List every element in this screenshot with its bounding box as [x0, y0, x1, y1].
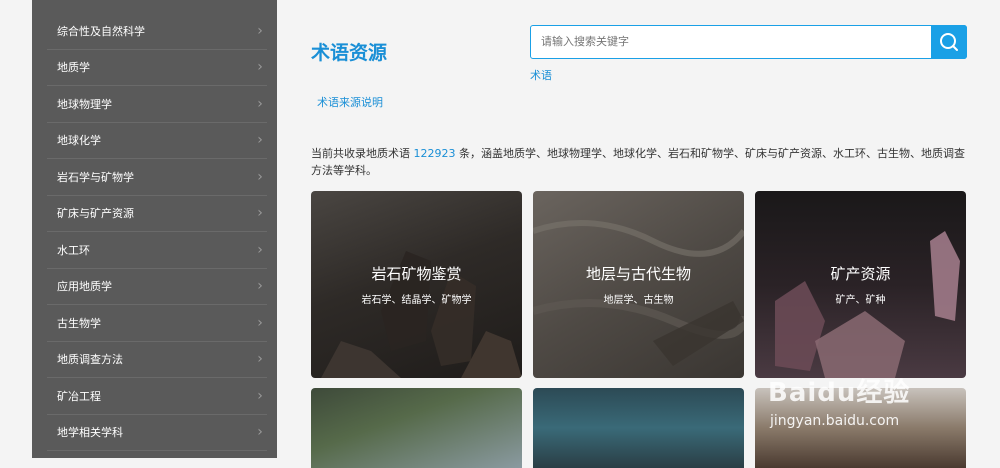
- term-source-link[interactable]: 术语来源说明: [317, 94, 383, 110]
- card-row2-1[interactable]: [311, 388, 522, 468]
- chevron-right-icon: ›: [257, 169, 263, 185]
- sidebar-item-hydro-engineering-env[interactable]: 水工环 ›: [47, 232, 267, 269]
- page-title: 术语资源: [311, 42, 388, 64]
- sidebar-item-geochemistry[interactable]: 地球化学 ›: [47, 122, 267, 159]
- sidebar-item-petrology-mineralogy[interactable]: 岩石学与矿物学 ›: [47, 159, 267, 196]
- sidebar-item-related-disciplines[interactable]: 地学相关学科 ›: [47, 414, 267, 451]
- search-input[interactable]: [531, 26, 951, 57]
- chevron-right-icon: ›: [257, 388, 263, 404]
- watermark-url: jingyan.baidu.com: [770, 413, 900, 429]
- search-category-tag[interactable]: 术语: [530, 67, 552, 83]
- search-button[interactable]: [931, 24, 967, 59]
- sidebar-item-geophysics[interactable]: 地球物理学 ›: [47, 86, 267, 123]
- chevron-right-icon: ›: [257, 59, 263, 75]
- sidebar: 综合性及自然科学 › 地质学 › 地球物理学 › 地球化学 › 岩石学与矿物学 › 矿床与…: [32, 0, 277, 458]
- card-image: [533, 220, 744, 366]
- sidebar-item-label: 地球物理学: [57, 98, 112, 111]
- card-subtitle: 地层学、古生物: [603, 295, 674, 306]
- intro-suffix: 条，涵盖地质学、地球物理学、地球化学、岩石和矿物学、矿床与矿产资源、水工环、古生…: [311, 147, 965, 177]
- sidebar-item-label: 地质学: [57, 61, 90, 74]
- sidebar-item-label: 综合性及自然科学: [57, 25, 145, 38]
- card-subtitle: 岩石学、结晶学、矿物学: [361, 295, 472, 306]
- sidebar-item-label: 地质调查方法: [57, 353, 123, 366]
- search-icon: [940, 32, 958, 51]
- sidebar-item-label: 古生物学: [57, 317, 101, 330]
- sidebar-item-mining-metallurgy[interactable]: 矿冶工程 ›: [47, 378, 267, 415]
- sidebar-item-label: 矿床与矿产资源: [57, 207, 134, 220]
- chevron-right-icon: ›: [257, 96, 263, 112]
- intro-prefix: 当前共收录地质术语: [311, 147, 410, 160]
- sidebar-item-label: 水工环: [57, 244, 90, 257]
- sidebar-item-label: 地学相关学科: [57, 426, 123, 439]
- watermark-logo: Baidu经验: [768, 378, 911, 408]
- chevron-right-icon: ›: [257, 23, 263, 39]
- sidebar-item-label: 地球化学: [57, 134, 101, 147]
- card-rocks-minerals[interactable]: 岩石矿物鉴赏 岩石学、结晶学、矿物学: [311, 191, 522, 378]
- chevron-right-icon: ›: [257, 242, 263, 258]
- card-image: [775, 231, 960, 378]
- sidebar-item-applied-geology[interactable]: 应用地质学 ›: [47, 268, 267, 305]
- chevron-right-icon: ›: [257, 424, 263, 440]
- chevron-right-icon: ›: [257, 132, 263, 148]
- chevron-right-icon: ›: [257, 278, 263, 294]
- sidebar-item-ore-deposits[interactable]: 矿床与矿产资源 ›: [47, 195, 267, 232]
- intro-text: 当前共收录地质术语 122923 条，涵盖地质学、地球物理学、地球化学、岩石和矿…: [311, 145, 971, 179]
- sidebar-item-label: 矿冶工程: [57, 390, 101, 403]
- card-subtitle: 矿产、矿种: [835, 295, 886, 306]
- card-row2-2[interactable]: [533, 388, 744, 468]
- card-image: [321, 251, 522, 378]
- card-mineral-resources[interactable]: 矿产资源 矿产、矿种: [755, 191, 966, 378]
- sidebar-item-label: 岩石学与矿物学: [57, 171, 134, 184]
- sidebar-item-general-science[interactable]: 综合性及自然科学 ›: [47, 13, 267, 50]
- chevron-right-icon: ›: [257, 205, 263, 221]
- card-title: 地层与古代生物: [585, 265, 691, 283]
- sidebar-item-geology[interactable]: 地质学 ›: [47, 49, 267, 86]
- sidebar-item-label: 应用地质学: [57, 280, 112, 293]
- chevron-right-icon: ›: [257, 351, 263, 367]
- sidebar-item-survey-methods[interactable]: 地质调查方法 ›: [47, 341, 267, 378]
- card-title: 岩石矿物鉴赏: [371, 265, 462, 283]
- card-strata-fossils[interactable]: 地层与古代生物 地层学、古生物: [533, 191, 744, 378]
- chevron-right-icon: ›: [257, 315, 263, 331]
- card-title: 矿产资源: [830, 265, 891, 283]
- sidebar-item-paleontology[interactable]: 古生物学 ›: [47, 305, 267, 342]
- term-count: 122923: [413, 147, 456, 160]
- search-box: [530, 24, 967, 59]
